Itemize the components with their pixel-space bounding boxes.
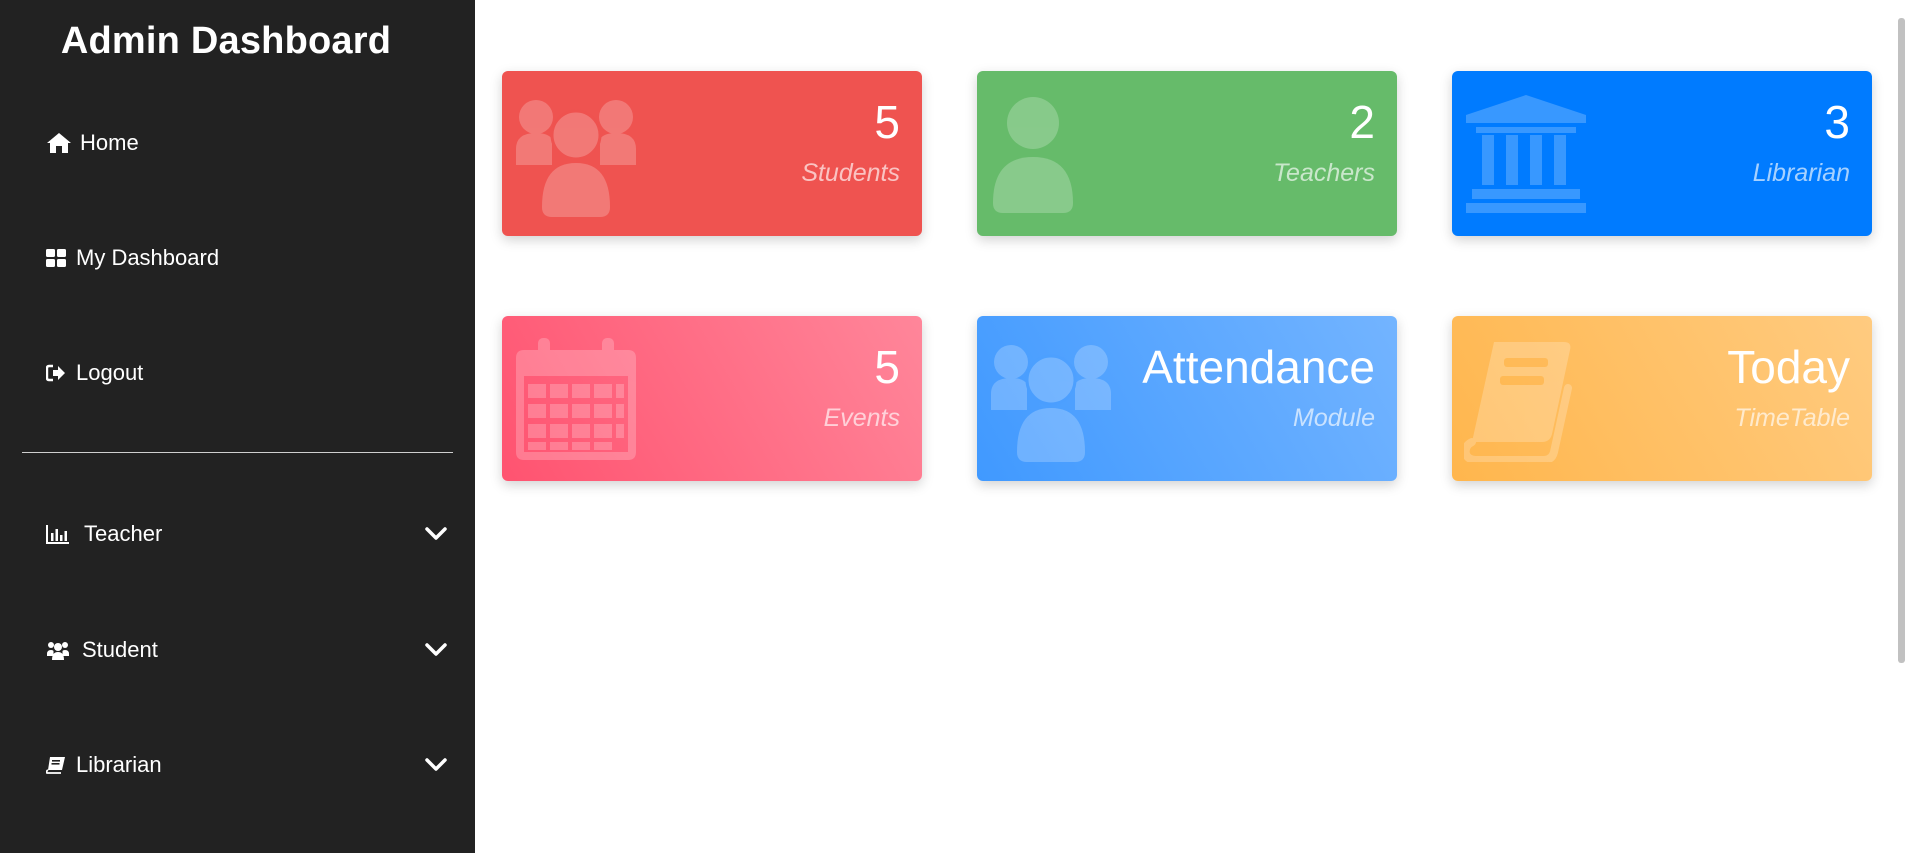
- card-timetable[interactable]: Today TimeTable: [1452, 316, 1872, 481]
- card-value: 2: [1349, 96, 1375, 148]
- book-icon: [1464, 342, 1572, 462]
- card-label: TimeTable: [1734, 404, 1850, 432]
- card-label: Librarian: [1752, 159, 1850, 187]
- card-label: Teachers: [1273, 159, 1375, 187]
- card-events[interactable]: 5 Events: [502, 316, 922, 481]
- chevron-down-icon[interactable]: [419, 517, 453, 551]
- scrollbar[interactable]: [1898, 0, 1905, 853]
- users-icon: [516, 100, 636, 217]
- sidebar-item-label: Home: [80, 130, 139, 155]
- card-value: Today: [1727, 341, 1850, 393]
- card-teachers[interactable]: 2 Teachers: [977, 71, 1397, 236]
- sidebar-item-label: Student: [82, 637, 158, 662]
- card-attendance[interactable]: Attendance Module: [977, 316, 1397, 481]
- sidebar-item-my-dashboard[interactable]: My Dashboard: [46, 238, 453, 278]
- sidebar-item-label: Logout: [76, 360, 144, 385]
- calendar-icon: [516, 338, 636, 460]
- scrollbar-thumb[interactable]: [1898, 18, 1905, 663]
- institution-icon: [1466, 95, 1586, 213]
- sidebar-item-label: Librarian: [76, 752, 162, 777]
- card-value: Attendance: [1142, 341, 1375, 393]
- users-icon: [991, 345, 1111, 462]
- book-icon: [46, 753, 70, 777]
- bar-chart-icon: [46, 522, 78, 546]
- card-label: Students: [801, 159, 900, 187]
- card-value: 5: [874, 96, 900, 148]
- chevron-down-icon[interactable]: [419, 748, 453, 782]
- sidebar-item-teacher[interactable]: Teacher: [46, 514, 453, 554]
- sidebar: Admin Dashboard Home My Dashboard Logout…: [0, 0, 475, 853]
- logout-icon: [46, 361, 70, 385]
- chevron-down-icon[interactable]: [419, 633, 453, 667]
- card-value: 3: [1824, 96, 1850, 148]
- sidebar-item-label: My Dashboard: [76, 245, 220, 270]
- sidebar-item-label: Teacher: [84, 521, 163, 546]
- card-label: Events: [823, 404, 900, 432]
- sidebar-divider: [22, 452, 453, 453]
- dashboard-icon: [46, 246, 70, 270]
- sidebar-item-librarian[interactable]: Librarian: [46, 745, 453, 785]
- card-label: Module: [1293, 404, 1375, 432]
- sidebar-item-home[interactable]: Home: [46, 123, 453, 163]
- home-icon: [46, 131, 74, 155]
- card-value: 5: [874, 341, 900, 393]
- card-students[interactable]: 5 Students: [502, 71, 922, 236]
- sidebar-item-logout[interactable]: Logout: [46, 353, 453, 393]
- sidebar-item-student[interactable]: Student: [46, 630, 453, 670]
- user-icon: [993, 97, 1073, 213]
- users-icon: [46, 638, 76, 662]
- sidebar-title: Admin Dashboard: [60, 20, 392, 62]
- card-librarian[interactable]: 3 Librarian: [1452, 71, 1872, 236]
